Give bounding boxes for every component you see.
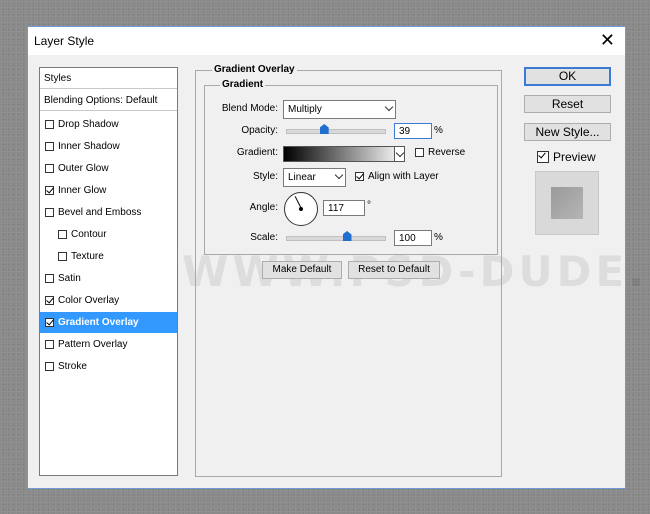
style-item-label: Stroke <box>58 361 87 372</box>
align-option[interactable]: Align with Layer <box>355 171 439 182</box>
reset-to-default-button[interactable]: Reset to Default <box>348 261 440 279</box>
styles-list: Styles Blending Options: Default Drop Sh… <box>39 67 178 476</box>
style-item-texture[interactable]: Texture <box>40 246 177 267</box>
opacity-label: Opacity: <box>241 125 278 136</box>
blend-mode-label: Blend Mode: <box>221 103 278 114</box>
reverse-checkbox[interactable] <box>415 148 424 157</box>
angle-dot <box>299 207 303 211</box>
checkbox[interactable] <box>45 362 54 371</box>
preview-option[interactable]: Preview <box>537 150 596 164</box>
preview-thumbnail <box>535 171 599 235</box>
style-item-bevel-emboss[interactable]: Bevel and Emboss <box>40 202 177 223</box>
checkbox[interactable] <box>58 252 67 261</box>
reverse-label: Reverse <box>428 147 466 158</box>
chevron-down-icon <box>384 102 394 112</box>
checkbox[interactable] <box>45 340 54 349</box>
angle-input[interactable]: 117 <box>323 200 365 216</box>
gradient-swatch[interactable] <box>283 146 405 162</box>
chevron-down-icon <box>334 170 344 180</box>
blending-options-label: Blending Options: Default <box>44 94 158 106</box>
style-item-label: Pattern Overlay <box>58 339 128 350</box>
checkbox[interactable] <box>58 230 67 239</box>
style-item-stroke[interactable]: Stroke <box>40 356 177 377</box>
gradient-overlay-title: Gradient Overlay <box>212 64 297 75</box>
preview-swatch <box>551 187 583 219</box>
scale-unit: % <box>434 232 443 243</box>
checkbox[interactable] <box>45 296 54 305</box>
blend-mode-select[interactable]: Multiply <box>283 100 396 119</box>
style-item-label: Drop Shadow <box>58 119 119 130</box>
style-item-label: Texture <box>71 251 104 262</box>
gradient-subgroup-title: Gradient <box>220 79 266 90</box>
checkbox[interactable] <box>45 208 54 217</box>
align-checkbox[interactable] <box>355 172 364 181</box>
style-item-label: Contour <box>71 229 107 240</box>
align-label: Align with Layer <box>368 171 439 182</box>
style-item-gradient-overlay[interactable]: Gradient Overlay <box>40 312 177 333</box>
style-item-outer-glow[interactable]: Outer Glow <box>40 158 177 179</box>
style-item-inner-shadow[interactable]: Inner Shadow <box>40 136 177 157</box>
scale-label: Scale: <box>250 232 278 243</box>
checkbox[interactable] <box>45 142 54 151</box>
style-item-label: Bevel and Emboss <box>58 207 142 218</box>
preview-checkbox[interactable] <box>537 151 549 163</box>
reset-button[interactable]: Reset <box>524 95 611 113</box>
angle-unit: ° <box>367 200 371 211</box>
style-item-inner-glow[interactable]: Inner Glow <box>40 180 177 201</box>
title-bar: Layer Style ✕ <box>28 27 625 55</box>
checkbox[interactable] <box>45 164 54 173</box>
opacity-unit: % <box>434 125 443 136</box>
checkbox[interactable] <box>45 120 54 129</box>
layer-style-dialog: Layer Style ✕ WWW.PSD-DUDE.com Styles Bl… <box>27 26 650 489</box>
style-item-label: Color Overlay <box>58 295 120 306</box>
checkbox[interactable] <box>45 186 54 195</box>
styles-header-label: Styles <box>44 72 72 84</box>
style-select[interactable]: Linear <box>283 168 346 187</box>
style-value: Linear <box>288 172 316 183</box>
blending-options[interactable]: Blending Options: Default <box>40 90 177 111</box>
style-item-color-overlay[interactable]: Color Overlay <box>40 290 177 311</box>
style-item-label: Inner Shadow <box>58 141 120 152</box>
close-icon[interactable]: ✕ <box>600 31 615 49</box>
angle-label: Angle: <box>249 202 278 213</box>
style-item-label: Satin <box>58 273 81 284</box>
gradient-dropdown[interactable] <box>394 146 405 162</box>
style-item-label: Gradient Overlay <box>58 317 139 328</box>
scale-slider[interactable] <box>286 236 386 241</box>
scale-input[interactable]: 100 <box>394 230 432 246</box>
opacity-slider[interactable] <box>286 129 386 134</box>
style-item-label: Inner Glow <box>58 185 107 196</box>
new-style-button[interactable]: New Style... <box>524 123 611 141</box>
checkbox[interactable] <box>45 318 54 327</box>
checkbox[interactable] <box>45 274 54 283</box>
opacity-input[interactable]: 39 <box>394 123 432 139</box>
styles-header[interactable]: Styles <box>40 68 177 89</box>
style-item-label: Outer Glow <box>58 163 109 174</box>
reverse-option[interactable]: Reverse <box>415 147 465 158</box>
style-item-drop-shadow[interactable]: Drop Shadow <box>40 114 177 135</box>
window-title: Layer Style <box>34 34 95 48</box>
ok-button[interactable]: OK <box>524 67 611 86</box>
style-item-satin[interactable]: Satin <box>40 268 177 289</box>
make-default-button[interactable]: Make Default <box>262 261 342 279</box>
style-label: Style: <box>252 171 278 182</box>
chevron-down-icon <box>395 148 405 158</box>
gradient-label: Gradient: <box>236 147 278 158</box>
angle-dial[interactable] <box>284 192 318 226</box>
style-item-contour[interactable]: Contour <box>40 224 177 245</box>
style-item-pattern-overlay[interactable]: Pattern Overlay <box>40 334 177 355</box>
preview-label: Preview <box>553 150 596 164</box>
blend-mode-value: Multiply <box>288 104 322 115</box>
